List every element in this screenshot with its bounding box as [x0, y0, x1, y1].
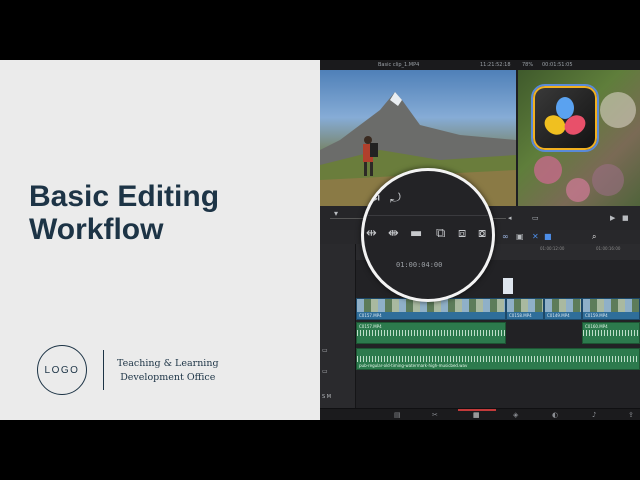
overwrite-clip-icon[interactable]: ⧈	[458, 226, 466, 241]
clip-label: C0160.MP4	[585, 324, 608, 329]
color-page-icon[interactable]: ◐	[552, 411, 558, 419]
edit-page-icon[interactable]: ▦	[473, 411, 480, 419]
video-clip[interactable]: C0158.MP4	[506, 298, 544, 320]
track-v2-visibility-icon[interactable]: ▭	[322, 368, 328, 375]
clip-label: C0158.MP4	[509, 313, 532, 318]
fairlight-page-icon[interactable]: ♪	[592, 411, 596, 419]
trim-tool-icon[interactable]: ⇹	[366, 226, 377, 241]
clip-label: C0157.MP4	[359, 324, 382, 329]
flag-icon[interactable]: ■	[544, 232, 552, 241]
magnifier-callout: ⏭ ⤾ ⇹ ⇼ ▬ ⧉ ⧈ ⧇ 01:00:04:00	[361, 168, 495, 302]
audio-clip[interactable]: C0157.MP4	[356, 322, 506, 344]
zoom-level[interactable]: 78%	[522, 62, 533, 68]
zoom-icon[interactable]: ⌕	[592, 232, 596, 242]
duration-timecode: 00:01:51:05	[542, 62, 573, 68]
ruler-timecode-mid: 01:00:12:00	[540, 246, 565, 251]
logo: LOGO	[37, 345, 87, 395]
title-clip[interactable]	[503, 278, 513, 294]
blade-tool-icon[interactable]: ⇼	[388, 226, 399, 241]
office-line2: Development Office	[120, 372, 216, 383]
audio-clip[interactable]: C0160.MP4	[582, 322, 640, 344]
clip-label: C0159.MP4	[585, 313, 608, 318]
track-a1-mute-icon[interactable]: S M	[322, 394, 331, 400]
replace-clip-icon[interactable]: ⧇	[478, 226, 486, 241]
logo-divider	[103, 350, 104, 390]
cut-page-icon[interactable]: ✂	[432, 411, 438, 419]
fusion-page-icon[interactable]: ◈	[513, 411, 518, 419]
office-name: Teaching & Learning Development Office	[117, 357, 219, 385]
app-logo-icon	[531, 84, 599, 152]
clip-label: C0157.MP4	[359, 313, 382, 318]
clip-label: C0149.MP4	[547, 313, 570, 318]
stop-icon[interactable]: ■	[622, 214, 629, 222]
music-clip-label: pub-regular-old-timing-watermark-high-mu…	[359, 363, 468, 368]
page-navigation: ▤ ✂ ▦ ◈ ◐ ♪ ⇪	[320, 408, 640, 420]
deliver-page-icon[interactable]: ⇪	[628, 411, 634, 419]
track-v1-visibility-icon[interactable]: ▭	[322, 347, 328, 354]
link-icon[interactable]: ∞	[502, 232, 509, 241]
slide: Basic Editing Workflow LOGO Teaching & L…	[0, 60, 640, 420]
video-clip[interactable]: C0159.MP4	[582, 298, 640, 320]
music-clip[interactable]: pub-regular-old-timing-watermark-high-mu…	[356, 348, 640, 370]
logo-text: LOGO	[44, 364, 80, 376]
insert-clip-icon[interactable]: ⧉	[436, 226, 445, 241]
playhead-marker-icon[interactable]: ▾	[334, 209, 338, 218]
play-icon[interactable]: ▶	[610, 214, 615, 222]
clip-name[interactable]: Basic clip_1.MP4	[378, 62, 419, 68]
monitor-icon[interactable]: ▭	[532, 214, 539, 222]
track-headers: ▭ ▭ S M S M	[320, 244, 356, 420]
slide-title-line1: Basic Editing	[29, 180, 220, 213]
snap-icon[interactable]: ✕	[532, 232, 539, 241]
video-clip[interactable]: C0149.MP4	[544, 298, 582, 320]
title-card: Basic Editing Workflow LOGO Teaching & L…	[0, 60, 320, 420]
office-line1: Teaching & Learning	[117, 358, 219, 369]
viewer-topbar: Basic clip_1.MP4 11:21:52:18 78% 00:01:5…	[320, 60, 640, 70]
jump-end-icon[interactable]: ⏭	[368, 191, 380, 206]
media-page-icon[interactable]: ▤	[394, 411, 401, 419]
source-timecode: 11:21:52:18	[480, 62, 511, 68]
ruler-timecode-right: 01:00:16:00	[596, 246, 621, 251]
slide-title: Basic Editing Workflow	[29, 180, 309, 246]
magnifier-timecode: 01:00:04:00	[396, 261, 443, 269]
razor-icon[interactable]: ▬	[410, 226, 422, 241]
prev-clip-icon[interactable]: ◂	[508, 214, 512, 222]
lock-icon[interactable]: ▣	[516, 232, 524, 241]
petal-logo-icon	[544, 97, 586, 135]
loop-icon[interactable]: ⤾	[390, 191, 401, 206]
slide-title-line2: Workflow	[29, 213, 164, 246]
